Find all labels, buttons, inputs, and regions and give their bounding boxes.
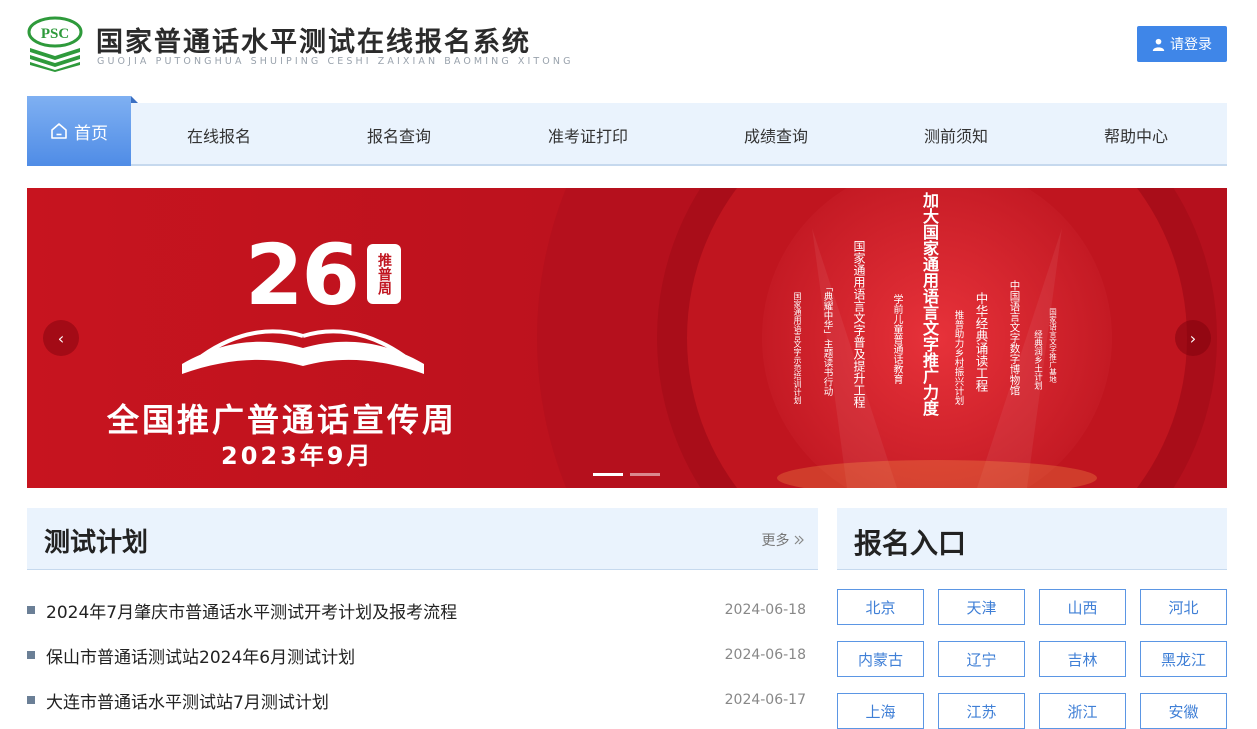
province-button-beijing[interactable]: 北京 [837,589,924,625]
test-plan-item-title: 保山市普通话测试站2024年6月测试计划 [46,647,356,668]
province-button-shanghai[interactable]: 上海 [837,693,924,729]
nav-item-help-center[interactable]: 帮助中心 [1074,103,1198,166]
banner-next-button[interactable]: › [1175,320,1211,356]
banner-side-text: 「典耀中华」主题读书行动 [821,282,833,396]
nav-item-home[interactable]: 首页 [27,96,131,166]
test-plan-item-date: 2024-06-18 [724,602,806,618]
banner-seal: 推普周 [367,244,401,304]
register-entry-section: 报名入口 北京 天津 山西 河北 内蒙古 辽宁 吉林 黑龙江 上海 江苏 浙江 … [837,508,1227,729]
user-icon [1152,38,1165,51]
banner-side-text: 国家语言文字推广基地 [1048,308,1058,383]
nav-home-label: 首页 [74,123,108,144]
banner-side-text: 学前儿童普通话教育 [891,294,902,384]
banner-side-text: 国家通用语言文字普及提升工程 [852,240,866,408]
psc-logo[interactable]: PSC [27,16,83,72]
chevron-right-icon: › [1189,328,1197,348]
test-plan-item-title: 大连市普通话水平测试站7月测试计划 [46,692,329,713]
register-entry-header: 报名入口 [837,508,1227,570]
banner-carousel[interactable]: 26 推普周 全国推广普通话宣传周 2023年9月 加大国家通用语言文字推广力度… [27,188,1227,488]
banner-center-text: 加大国家通用语言文字推广力度 [920,192,939,416]
svg-text:PSC: PSC [41,26,69,42]
site-header: PSC 国家普通话水平测试在线报名系统 GUOJIA PUTONGHUA SHU… [0,0,1257,96]
test-plan-item[interactable]: 保山市普通话测试站2024年6月测试计划 2024-06-18 [27,640,818,670]
double-chevron-right-icon [794,535,804,545]
test-plan-item[interactable]: 大连市普通话水平测试站7月测试计划 2024-06-17 [27,685,818,715]
login-button[interactable]: 请登录 [1137,26,1227,62]
banner-prev-button[interactable]: ‹ [43,320,79,356]
more-label: 更多 [761,533,790,549]
province-button-tianjin[interactable]: 天津 [938,589,1025,625]
province-button-anhui[interactable]: 安徽 [1140,693,1227,729]
banner-side-text: 推普助力乡村振兴计划 [952,310,964,405]
nav-item-test-notice[interactable]: 测前须知 [894,103,1018,166]
test-plan-section: 测试计划 更多 2024年7月肇庆市普通话水平测试开考计划及报考流程 2024-… [27,508,818,720]
test-plan-item[interactable]: 2024年7月肇庆市普通话水平测试开考计划及报考流程 2024-06-18 [27,595,818,625]
banner-side-text: 中国语言文字数字博物馆 [1008,280,1021,396]
login-label: 请登录 [1170,37,1212,53]
bullet-icon [27,606,35,614]
site-title: 国家普通话水平测试在线报名系统 [96,27,531,58]
test-plan-item-title: 2024年7月肇庆市普通话水平测试开考计划及报考流程 [46,602,458,623]
province-button-liaoning[interactable]: 辽宁 [938,641,1025,677]
bullet-icon [27,651,35,659]
banner-number: 26 [245,226,360,324]
province-button-zhejiang[interactable]: 浙江 [1039,693,1126,729]
carousel-dot[interactable] [630,473,660,476]
register-entry-title: 报名入口 [854,527,967,560]
banner-background [27,188,1227,488]
bullet-icon [27,696,35,704]
site-pinyin: GUOJIA PUTONGHUA SHUIPING CESHI ZAIXIAN … [97,56,574,67]
chevron-left-icon: ‹ [57,328,65,348]
banner-title: 全国推广普通话宣传周 [107,401,458,439]
carousel-dot[interactable] [593,473,623,476]
nav-home-notch [131,96,138,103]
home-icon [51,123,67,139]
banner-side-text: 国家通用语言文字示范培训计划 [793,292,802,404]
banner-side-text: 中华经典诵读工程 [973,292,989,392]
nav-item-register-query[interactable]: 报名查询 [337,103,461,166]
nav-item-online-register[interactable]: 在线报名 [157,103,281,166]
banner-side-text: 经典润乡土计划 [1032,330,1043,390]
test-plan-header: 测试计划 更多 [27,508,818,570]
main-nav: 首页 在线报名 报名查询 准考证打印 成绩查询 测前须知 帮助中心 [27,96,1227,167]
province-button-shanxi[interactable]: 山西 [1039,589,1126,625]
banner-date: 2023年9月 [221,442,374,470]
nav-item-admission-print[interactable]: 准考证打印 [522,103,654,166]
test-plan-title: 测试计划 [44,528,149,558]
province-button-neimenggu[interactable]: 内蒙古 [837,641,924,677]
province-button-hebei[interactable]: 河北 [1140,589,1227,625]
province-button-heilongjiang[interactable]: 黑龙江 [1140,641,1227,677]
province-button-jilin[interactable]: 吉林 [1039,641,1126,677]
test-plan-item-date: 2024-06-17 [724,692,806,708]
more-link[interactable]: 更多 [762,530,804,550]
province-button-jiangsu[interactable]: 江苏 [938,693,1025,729]
nav-item-score-query[interactable]: 成绩查询 [714,103,838,166]
test-plan-item-date: 2024-06-18 [724,647,806,663]
